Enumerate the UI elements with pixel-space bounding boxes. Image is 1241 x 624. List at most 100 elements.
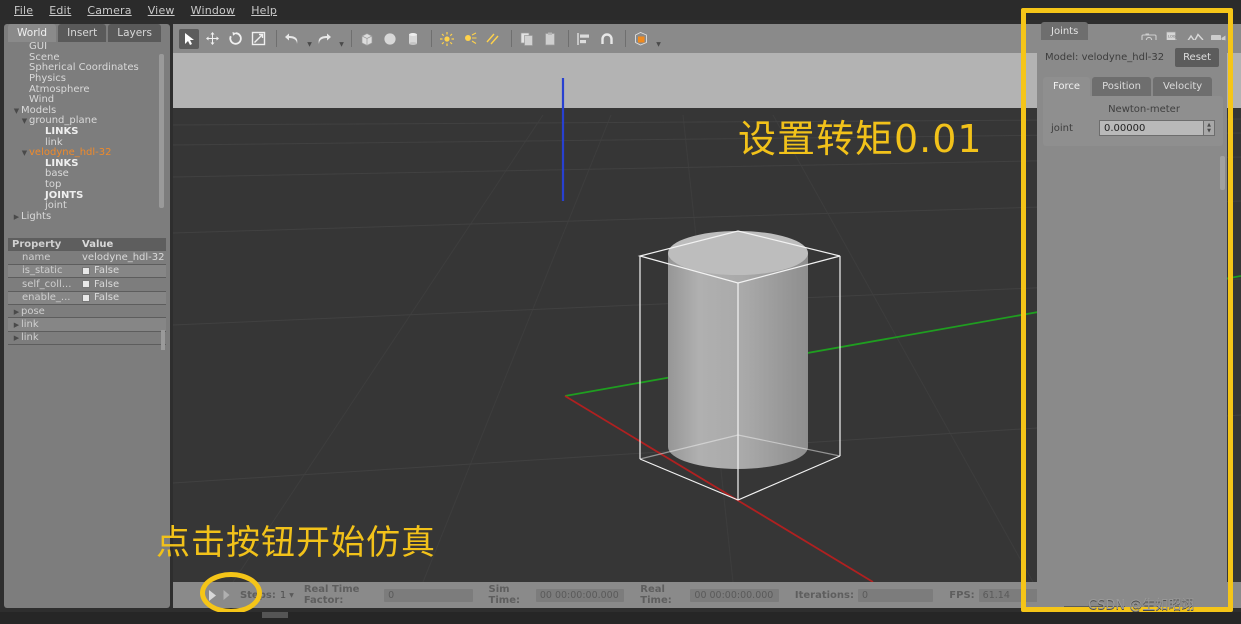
joint-mode-tab-velocity[interactable]: Velocity (1153, 77, 1213, 96)
menu-item-help[interactable]: Help (243, 2, 285, 19)
undo-icon[interactable] (282, 29, 302, 49)
tree-item-base[interactable]: base (8, 169, 166, 180)
insert-box-icon[interactable] (357, 29, 377, 49)
property-row[interactable]: link (8, 332, 166, 346)
tree-item-label: JOINTS (45, 189, 84, 201)
joints-reset-button[interactable]: Reset (1175, 48, 1219, 67)
tree-item-joints[interactable]: JOINTS (8, 190, 166, 201)
joint-name-label: joint (1051, 122, 1073, 134)
joint-mode-tab-force[interactable]: Force (1043, 77, 1091, 96)
left-tab-world[interactable]: World (8, 24, 57, 42)
joint-force-stepper-icon[interactable]: ▲ ▼ (1203, 121, 1214, 135)
property-row[interactable]: enable_... False (8, 291, 166, 305)
view-layer-dropdown-caret-icon[interactable]: ▼ (654, 30, 663, 48)
checkbox-icon[interactable] (82, 280, 90, 289)
chevron-down-icon[interactable] (12, 107, 21, 115)
property-value[interactable]: False (78, 265, 166, 276)
select-arrow-icon[interactable] (179, 28, 199, 49)
property-name: enable_... (22, 292, 71, 304)
left-tab-layers[interactable]: Layers (108, 24, 161, 42)
property-row[interactable]: is_static False (8, 264, 166, 279)
taskbar-window-button[interactable] (262, 612, 288, 618)
property-row[interactable]: self_coll... False (8, 278, 166, 292)
menu-camera-label: Camera (87, 3, 132, 17)
tree-item-label: LINKS (45, 157, 79, 169)
menu-item-edit[interactable]: Edit (41, 2, 79, 19)
tree-item-top[interactable]: top (8, 180, 166, 191)
iterations-label: Iterations: (794, 589, 854, 601)
tree-item-physics[interactable]: Physics (8, 74, 166, 85)
steps-dropdown-caret-icon[interactable]: ▼ (289, 592, 294, 599)
property-value[interactable]: False (78, 292, 166, 303)
copy-icon[interactable] (517, 29, 537, 49)
joint-force-spinbox[interactable]: 0.00000 ▲ ▼ (1099, 120, 1215, 136)
property-row[interactable]: link (8, 318, 166, 332)
chevron-right-icon[interactable] (12, 213, 21, 221)
tree-item-velodyne-hdl-32[interactable]: velodyne_hdl-32 (8, 148, 166, 159)
tree-item-wind[interactable]: Wind (8, 95, 166, 106)
property-value: velodyne_hdl-32 (82, 252, 165, 264)
watermark: CSDN @生如昭翊 (1088, 598, 1195, 613)
menu-edit-label: Edit (49, 3, 72, 17)
menu-item-window[interactable]: Window (183, 2, 244, 19)
property-scrollbar[interactable] (161, 330, 165, 350)
property-name: link (8, 319, 78, 330)
menu-item-file[interactable]: File (6, 2, 41, 19)
point-light-icon[interactable] (437, 29, 457, 49)
real-time-factor-field: 0 (384, 588, 473, 602)
tree-item-joint[interactable]: joint (8, 201, 166, 212)
spot-light-icon[interactable] (460, 29, 480, 49)
chevron-right-icon[interactable] (12, 334, 21, 342)
chevron-right-icon[interactable] (12, 308, 21, 316)
play-icon[interactable] (203, 585, 220, 605)
scale-icon[interactable] (248, 29, 268, 49)
insert-cylinder-icon[interactable] (403, 29, 423, 49)
property-row[interactable]: pose (8, 305, 166, 319)
menu-item-view[interactable]: View (140, 2, 183, 19)
menu-window-label: Window (190, 3, 236, 17)
snap-icon[interactable] (597, 29, 617, 49)
toolbar-separator-5 (568, 30, 569, 47)
steps-value[interactable]: 1 (280, 590, 286, 601)
align-icon[interactable] (574, 29, 594, 49)
left-tab-insert[interactable]: Insert (58, 24, 107, 42)
rotate-icon[interactable] (225, 29, 245, 49)
redo-icon[interactable] (314, 29, 334, 49)
checkbox-icon[interactable] (82, 293, 90, 302)
property-row[interactable]: name velodyne_hdl-32 (8, 251, 166, 265)
tree-scrollbar[interactable] (159, 54, 164, 208)
menu-item-camera[interactable]: Camera (79, 2, 139, 19)
tab-joints[interactable]: Joints (1041, 22, 1089, 41)
translate-icon[interactable] (202, 29, 222, 49)
property-name: name (22, 252, 51, 264)
tree-item-links[interactable]: LINKS (8, 157, 166, 170)
paste-icon[interactable] (540, 29, 560, 49)
checkbox-icon[interactable] (82, 266, 90, 275)
directional-light-icon[interactable] (483, 29, 503, 49)
joints-panel-scrollbar[interactable] (1220, 156, 1225, 190)
world-tree[interactable]: GUI Scene Spherical Coordinates Physics Atmo… (8, 42, 166, 236)
chevron-down-icon[interactable] (20, 149, 29, 157)
toolbar-separator-3 (431, 30, 432, 47)
tree-item-links[interactable]: LINKS (8, 127, 166, 138)
step-forward-icon[interactable] (220, 585, 234, 605)
chevron-down-icon[interactable] (20, 117, 29, 125)
sim-time-label: Sim Time: (488, 584, 520, 606)
property-column-header: Property (12, 238, 62, 250)
view-layer-icon[interactable] (631, 29, 651, 49)
tree-item-ground-plane[interactable]: ground_plane (8, 116, 166, 127)
joints-panel-body: Model: velodyne_hdl-32 Reset Force Positi… (1037, 40, 1227, 606)
redo-dropdown-caret-icon[interactable]: ▼ (337, 30, 346, 48)
tree-item-lights[interactable]: Lights (8, 211, 166, 223)
tree-item-label: velodyne_hdl-32 (29, 147, 112, 159)
toolbar-separator-4 (511, 30, 512, 47)
joint-mode-tab-position[interactable]: Position (1092, 77, 1151, 96)
tree-item-label: top (45, 179, 62, 191)
menu-file-label: File (14, 3, 34, 17)
tree-item-gui[interactable]: GUI (8, 42, 166, 53)
undo-dropdown-caret-icon[interactable]: ▼ (305, 30, 314, 48)
insert-sphere-icon[interactable] (380, 29, 400, 49)
chevron-right-icon[interactable] (12, 321, 21, 329)
fps-label: FPS: (949, 589, 975, 601)
property-value[interactable]: False (78, 279, 166, 290)
